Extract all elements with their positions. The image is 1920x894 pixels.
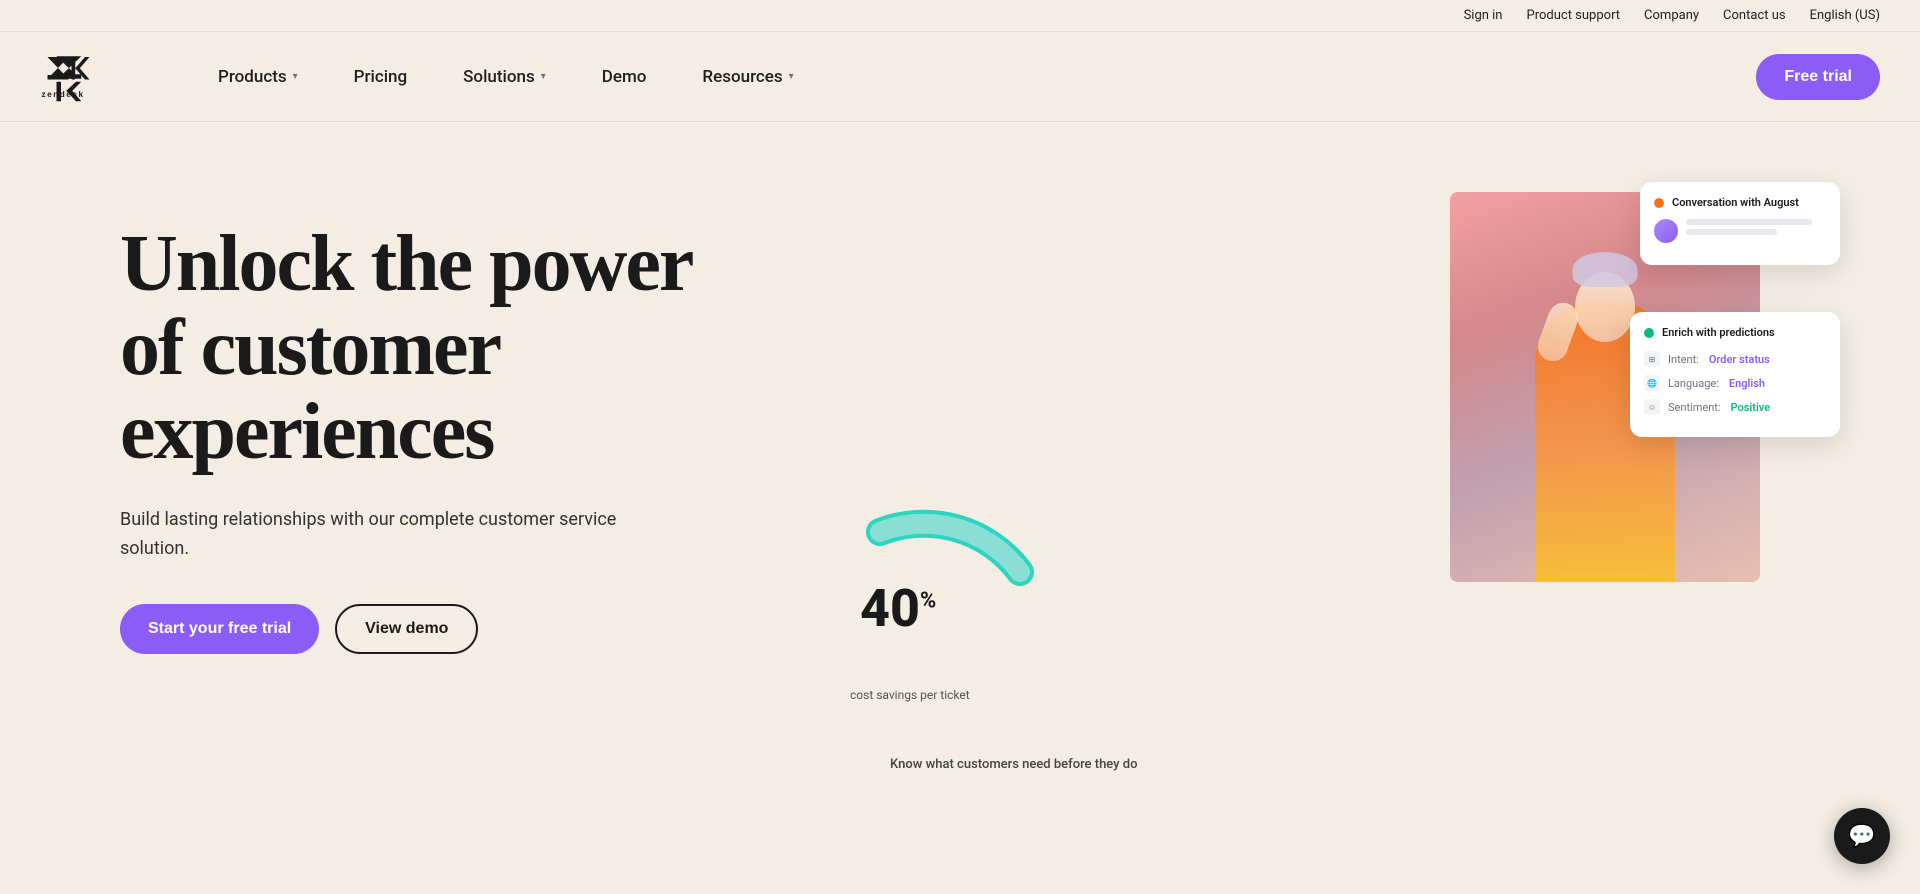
nav-pricing-label: Pricing xyxy=(354,67,408,87)
hero-title-line3: experiences xyxy=(120,388,493,476)
conv-line-2 xyxy=(1686,229,1777,235)
pred-sentiment-value: Positive xyxy=(1731,401,1771,414)
nav-products[interactable]: Products ▾ xyxy=(190,32,326,122)
contact-us-link[interactable]: Contact us xyxy=(1723,8,1786,23)
nav-resources-label: Resources xyxy=(702,67,782,87)
nav-pricing[interactable]: Pricing xyxy=(326,32,436,122)
pred-language-value: English xyxy=(1729,377,1765,390)
predictions-card: Enrich with predictions ⊞ Intent: Order … xyxy=(1630,312,1840,437)
gauge-area: 40% cost savings per ticket xyxy=(840,645,1060,702)
zendesk-logo-svg: zendesk zendesk xyxy=(40,49,130,104)
main-nav: zendesk zendesk Products ▾ Pricing Solut… xyxy=(0,32,1920,122)
products-chevron-icon: ▾ xyxy=(293,71,298,82)
free-trial-button[interactable]: Free trial xyxy=(1756,54,1880,100)
nav-products-label: Products xyxy=(218,67,287,87)
logo[interactable]: zendesk zendesk xyxy=(40,49,130,104)
hero-section: Unlock the power of customer experiences… xyxy=(0,122,1920,822)
view-demo-button[interactable]: View demo xyxy=(335,604,478,654)
intent-icon: ⊞ xyxy=(1644,351,1660,367)
nav-links: Products ▾ Pricing Solutions ▾ Demo Reso… xyxy=(190,32,1756,122)
conversation-card: Conversation with August xyxy=(1640,182,1840,265)
pred-intent-value: Order status xyxy=(1709,353,1770,366)
chat-bubble[interactable]: 💬 xyxy=(1834,808,1890,864)
gauge-percent-symbol: % xyxy=(920,589,936,614)
conv-title: Conversation with August xyxy=(1672,196,1799,209)
hero-title: Unlock the power of customer experiences xyxy=(120,222,820,474)
top-bar: Sign in Product support Company Contact … xyxy=(0,0,1920,32)
language-icon: 🌐 xyxy=(1644,375,1660,391)
resources-chevron-icon: ▾ xyxy=(789,71,794,82)
hero-title-line1: Unlock the power xyxy=(120,220,692,308)
chat-bubble-icon: 💬 xyxy=(1848,824,1875,849)
language-selector[interactable]: English (US) xyxy=(1810,8,1880,23)
gauge-label: cost savings per ticket xyxy=(850,688,1060,702)
hero-left: Unlock the power of customer experiences… xyxy=(120,182,820,654)
pred-sentiment-label: Sentiment: xyxy=(1668,401,1721,414)
pred-row-intent: ⊞ Intent: Order status xyxy=(1644,351,1826,367)
solutions-chevron-icon: ▾ xyxy=(541,71,546,82)
company-link[interactable]: Company xyxy=(1644,8,1699,23)
nav-solutions-label: Solutions xyxy=(463,67,535,87)
pred-header: Enrich with predictions xyxy=(1644,326,1826,339)
conv-status-dot xyxy=(1654,198,1664,208)
nav-resources[interactable]: Resources ▾ xyxy=(674,32,821,122)
hero-buttons: Start your free trial View demo xyxy=(120,604,820,654)
conv-line-1 xyxy=(1686,219,1812,225)
sign-in-link[interactable]: Sign in xyxy=(1464,8,1503,23)
pred-language-label: Language: xyxy=(1668,377,1719,390)
nav-cta: Free trial xyxy=(1756,54,1880,100)
pred-row-language: 🌐 Language: English xyxy=(1644,375,1826,391)
hero-subtitle: Build lasting relationships with our com… xyxy=(120,506,620,564)
nav-demo[interactable]: Demo xyxy=(574,32,675,122)
pred-intent-label: Intent: xyxy=(1668,353,1699,366)
pred-status-dot xyxy=(1644,328,1654,338)
conv-avatar xyxy=(1654,219,1678,243)
start-trial-button[interactable]: Start your free trial xyxy=(120,604,319,654)
pred-row-sentiment: ☺ Sentiment: Positive xyxy=(1644,399,1826,415)
nav-solutions[interactable]: Solutions ▾ xyxy=(435,32,574,122)
hero-caption: Know what customers need before they do xyxy=(890,757,1137,772)
hero-right: 40% cost savings per ticket xyxy=(840,182,1840,782)
product-support-link[interactable]: Product support xyxy=(1527,8,1621,23)
hero-title-line2: of customer xyxy=(120,304,500,392)
gauge-arc-svg xyxy=(860,432,1040,592)
pred-title: Enrich with predictions xyxy=(1662,326,1775,339)
svg-text:zendesk: zendesk xyxy=(42,90,85,99)
nav-demo-label: Demo xyxy=(602,67,647,87)
sentiment-icon: ☺ xyxy=(1644,399,1660,415)
conv-header: Conversation with August xyxy=(1654,196,1826,209)
